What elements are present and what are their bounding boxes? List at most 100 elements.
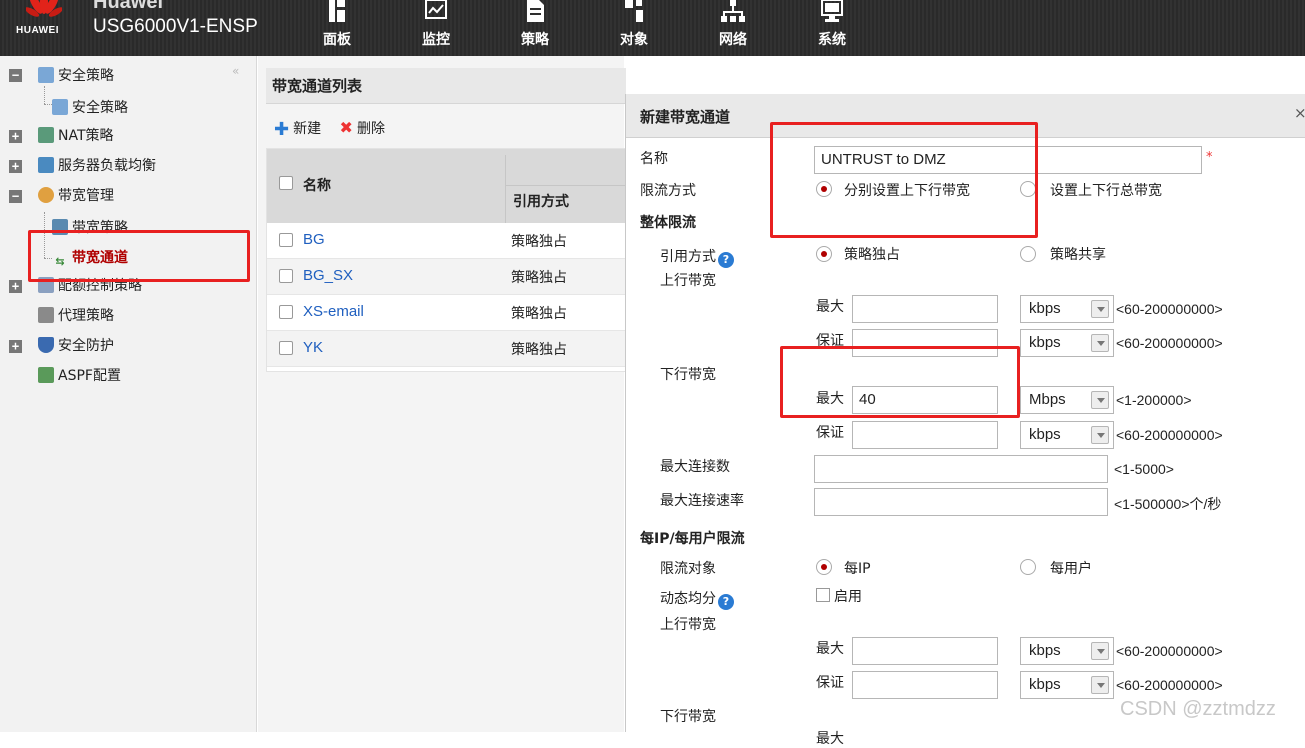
dynamic-share-text: 动态均分 (660, 591, 716, 607)
sidebar-item-label: 带宽通道 (72, 250, 128, 266)
name-input[interactable]: UNTRUST to DMZ (814, 146, 1202, 174)
table-row[interactable]: XS-email 策略独占 (267, 295, 627, 331)
server-icon (38, 157, 54, 173)
limit-mode-separate-radio[interactable] (816, 181, 832, 197)
sidebar-item-bandwidth-mgmt[interactable]: 带宽管理 (38, 186, 114, 206)
product-title: Huawei USG6000V1-ENSP (93, 0, 258, 40)
list-toolbar: ✚ 新建 ✖ 删除 (274, 118, 393, 140)
dialog-title: 新建带宽通道 (640, 108, 731, 126)
radio-label: 策略共享 (1050, 247, 1106, 263)
sidebar-item-nat-policy[interactable]: NAT策略 (38, 126, 114, 146)
tree-toggle-protection[interactable]: + (9, 340, 22, 353)
channel-name-link[interactable]: BG_SX (303, 267, 353, 284)
per-ip-up-guarantee-input[interactable] (852, 671, 998, 699)
limit-per-ip-radio[interactable] (816, 559, 832, 575)
unit-value: kbps (1029, 426, 1061, 443)
max-conn-input[interactable] (814, 455, 1108, 483)
down-guarantee-input[interactable] (852, 421, 998, 449)
row-checkbox[interactable] (279, 269, 293, 283)
sidebar-item-quota-policy[interactable]: 配额控制策略 (38, 276, 142, 296)
max-label: 最大 (816, 731, 844, 747)
nav-policy[interactable]: 策略 (500, 0, 570, 56)
collapse-sidebar-button[interactable]: « (232, 64, 239, 78)
close-icon[interactable]: × (1294, 104, 1305, 122)
max-conn-rate-input[interactable] (814, 488, 1108, 516)
new-button[interactable]: ✚ 新建 (274, 119, 325, 140)
up-max-input[interactable] (852, 295, 998, 323)
tree-toggle-security-policy[interactable]: − (9, 69, 22, 82)
down-max-input[interactable]: 40 (852, 386, 998, 414)
enable-checkbox[interactable] (816, 588, 830, 602)
radio-label: 每用户 (1050, 561, 1092, 577)
per-ip-up-guarantee-unit-select[interactable]: kbps (1020, 671, 1114, 699)
nav-label: 网络 (719, 32, 747, 48)
down-bandwidth-label: 下行带宽 (660, 709, 716, 725)
nav-monitor[interactable]: 监控 (401, 0, 471, 56)
delete-button[interactable]: ✖ 删除 (340, 118, 389, 137)
name-label: 名称 (640, 151, 668, 167)
huawei-logo-icon (26, 0, 62, 17)
column-header-name[interactable]: 名称 (303, 175, 331, 195)
table-row[interactable]: YK 策略独占 (267, 331, 627, 367)
radio-label: 每IP (844, 561, 871, 577)
table-row[interactable]: BG 策略独占 (267, 223, 627, 259)
help-icon[interactable]: ? (718, 252, 734, 268)
guarantee-label: 保证 (816, 675, 844, 691)
per-ip-up-max-input[interactable] (852, 637, 998, 665)
sidebar-item-security-policy[interactable]: 安全策略 (52, 98, 128, 118)
row-checkbox[interactable] (279, 305, 293, 319)
select-all-checkbox[interactable] (279, 176, 293, 190)
nav-dashboard[interactable]: 面板 (302, 0, 372, 56)
column-header-mode[interactable]: 引用方式 (513, 191, 569, 211)
chevron-down-icon (1091, 300, 1109, 318)
sidebar-item-bandwidth-channel[interactable]: ⇆ 带宽通道 (52, 248, 128, 270)
ref-mode-label: 引用方式? (660, 246, 734, 268)
bandwidth-policy-icon (52, 219, 68, 235)
channel-icon: ⇆ (55, 255, 65, 268)
down-max-unit-select[interactable]: Mbps (1020, 386, 1114, 414)
nav-label: 面板 (323, 32, 351, 48)
tree-toggle-nat[interactable]: + (9, 130, 22, 143)
nav-object[interactable]: 对象 (599, 0, 669, 56)
max-conn-rate-label: 最大连接速率 (660, 493, 744, 509)
sidebar-item-proxy-policy[interactable]: 代理策略 (38, 306, 114, 326)
ref-mode-text: 引用方式 (660, 249, 716, 265)
sidebar-item-server-load-balance[interactable]: 服务器负载均衡 (38, 156, 156, 176)
sidebar-item-label: NAT策略 (58, 128, 114, 144)
up-guarantee-input[interactable] (852, 329, 998, 357)
ref-shared-radio[interactable] (1020, 246, 1036, 262)
table-row[interactable]: BG_SX 策略独占 (267, 259, 627, 295)
row-checkbox[interactable] (279, 233, 293, 247)
tree-toggle-bandwidth[interactable]: − (9, 190, 22, 203)
sidebar-item-security-policy-group[interactable]: 安全策略 (38, 66, 114, 86)
per-ip-up-max-unit-select[interactable]: kbps (1020, 637, 1114, 665)
down-bandwidth-label: 下行带宽 (660, 367, 716, 383)
sidebar-item-security-protection[interactable]: 安全防护 (38, 336, 114, 356)
help-icon[interactable]: ? (718, 594, 734, 610)
limit-mode-total-radio[interactable] (1020, 181, 1036, 197)
channel-name-link[interactable]: BG (303, 231, 325, 248)
tree-toggle-slb[interactable]: + (9, 160, 22, 173)
tree-connector (44, 104, 52, 105)
sidebar-item-label: ASPF配置 (58, 368, 121, 384)
limit-per-user-radio[interactable] (1020, 559, 1036, 575)
overall-section-title: 整体限流 (640, 215, 696, 231)
channel-name-link[interactable]: XS-email (303, 303, 364, 320)
up-max-unit-select[interactable]: kbps (1020, 295, 1114, 323)
guarantee-label: 保证 (816, 425, 844, 441)
ref-exclusive-radio[interactable] (816, 246, 832, 262)
sidebar-item-bandwidth-policy[interactable]: 带宽策略 (52, 218, 128, 238)
range-hint: <60-200000000> (1116, 335, 1223, 351)
monitor-icon (425, 0, 447, 19)
nav-system[interactable]: 系统 (797, 0, 867, 56)
row-checkbox[interactable] (279, 341, 293, 355)
reference-mode: 策略独占 (511, 306, 567, 322)
up-guarantee-unit-select[interactable]: kbps (1020, 329, 1114, 357)
down-guarantee-unit-select[interactable]: kbps (1020, 421, 1114, 449)
table-header: 名称 引用方式 (267, 149, 627, 223)
sidebar-item-aspf[interactable]: ASPF配置 (38, 366, 121, 386)
nav-network[interactable]: 网络 (698, 0, 768, 56)
tree-toggle-quota[interactable]: + (9, 280, 22, 293)
range-hint: <1-200000> (1116, 392, 1192, 408)
channel-name-link[interactable]: YK (303, 339, 323, 356)
